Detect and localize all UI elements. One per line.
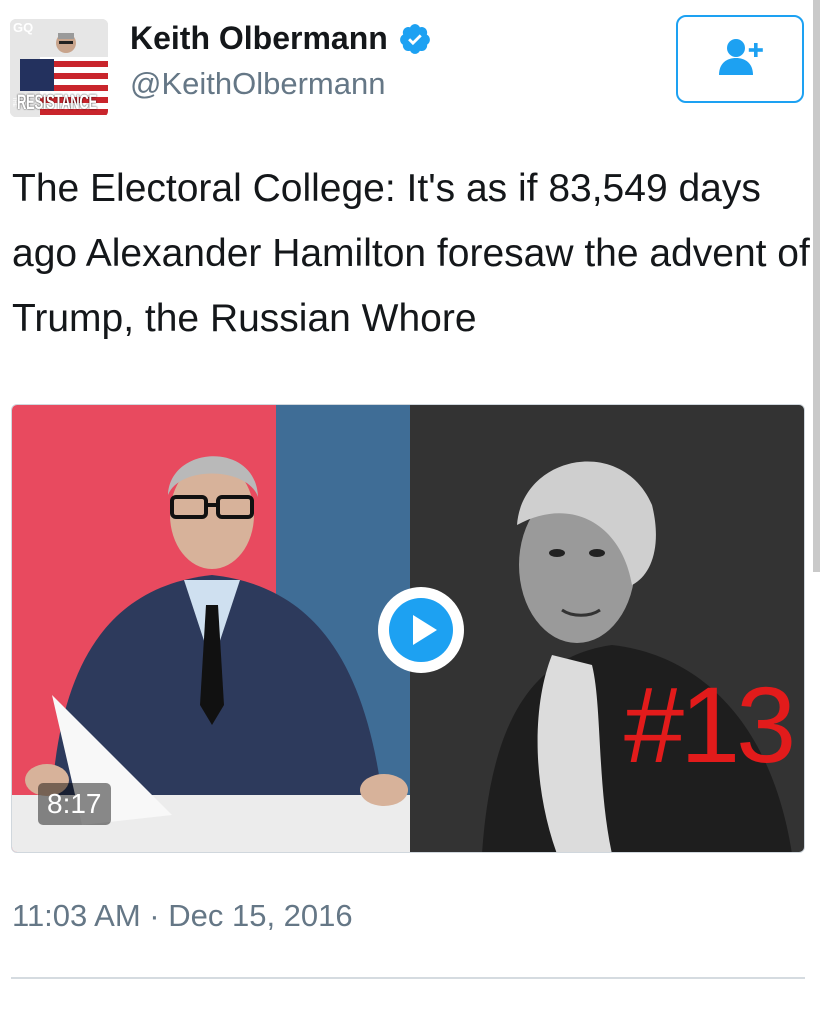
scrollbar[interactable]: [813, 0, 820, 572]
avatar[interactable]: GQ THE RESISTANCE: [10, 19, 108, 117]
follow-button[interactable]: [676, 15, 804, 103]
author-name-row[interactable]: Keith Olbermann: [130, 20, 432, 57]
tweet-text: The Electoral College: It's as if 83,549…: [12, 167, 810, 340]
avatar-overlay-text: RESISTANCE: [17, 91, 97, 114]
add-user-icon: [716, 37, 764, 82]
divider: [11, 977, 805, 979]
tweet-timestamp[interactable]: 11:03 AM · Dec 15, 2016: [12, 898, 353, 934]
video-overlay-text: #13: [624, 664, 796, 785]
video-duration-badge: 8:17: [38, 783, 111, 825]
author-handle[interactable]: @KeithOlbermann: [130, 66, 385, 102]
play-button[interactable]: [378, 587, 464, 673]
avatar-brand-text: GQ: [13, 20, 34, 35]
play-icon: [386, 595, 456, 665]
video-thumbnail[interactable]: #13 8:17: [11, 404, 805, 853]
verified-badge-icon: [398, 22, 432, 56]
author-display-name[interactable]: Keith Olbermann: [130, 20, 388, 57]
